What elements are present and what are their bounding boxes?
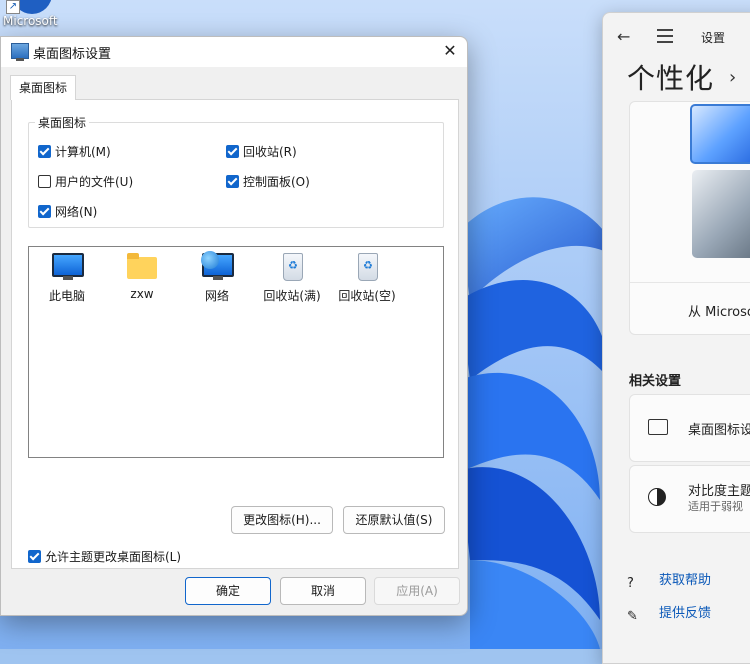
wallpaper-thumbnail-selected[interactable]: [690, 104, 750, 164]
close-icon[interactable]: ✕: [439, 41, 461, 60]
checkbox-box[interactable]: [38, 175, 51, 188]
list-item-user-folder[interactable]: zxw: [104, 251, 180, 301]
dialog-title: 桌面图标设置: [33, 47, 112, 62]
list-item-label: zxw: [130, 287, 154, 301]
desktop-shortcut[interactable]: ↗ Microsoft: [0, 0, 66, 34]
checkbox-label: 网络(N): [55, 205, 98, 219]
desktop-icon-settings-dialog: 桌面图标设置 ✕ 桌面图标 桌面图标 计算机(M) 回收站(R) 用户的文件(U…: [0, 36, 468, 616]
control-panel-checkbox[interactable]: 控制面板(O): [226, 173, 310, 190]
checkbox-label: 允许主题更改桌面图标(L): [45, 550, 182, 564]
help-icon: ?: [627, 576, 634, 591]
page-title: 个性化: [627, 62, 715, 95]
ok-button[interactable]: 确定: [185, 577, 271, 605]
desktop-settings-icon: [11, 43, 29, 61]
icon-listview: 此电脑 zxw 网络 ♻ 回收站(满) ♻ 回收站(空): [28, 246, 444, 458]
settings-titlebar: ← 设置: [603, 13, 750, 59]
apply-button[interactable]: 应用(A): [374, 577, 460, 605]
checkbox-box[interactable]: [226, 145, 239, 158]
network-icon: [201, 251, 234, 281]
desktop-shortcut-label: Microsoft: [3, 14, 58, 28]
cancel-button[interactable]: 取消: [280, 577, 366, 605]
list-item-this-pc[interactable]: 此电脑: [29, 251, 105, 304]
dialog-titlebar: 桌面图标设置 ✕: [1, 37, 467, 67]
contrast-icon: [648, 488, 666, 506]
list-item-label: 网络: [204, 289, 229, 303]
recycle-bin-full-icon: ♻: [276, 251, 308, 281]
list-item-recycle-bin-empty[interactable]: ♻ 回收站(空): [329, 251, 405, 304]
row-sublabel: 适用于弱视: [688, 500, 743, 513]
from-microsoft-text: 从 Microsoft: [688, 305, 750, 320]
shortcut-arrow-icon: ↗: [6, 0, 20, 14]
folder-icon: [126, 251, 158, 281]
list-item-label: 此电脑: [48, 289, 85, 303]
monitor-icon: [51, 251, 84, 281]
desktop-icon-settings-link[interactable]: 桌面图标设: [629, 394, 750, 462]
checkbox-label: 控制面板(O): [243, 175, 310, 189]
computer-checkbox[interactable]: 计算机(M): [38, 143, 111, 160]
change-icon-button[interactable]: 更改图标(H)...: [231, 506, 333, 534]
tab-desktop-icons[interactable]: 桌面图标: [10, 75, 76, 100]
give-feedback-label: 提供反馈: [659, 606, 712, 621]
checkbox-label: 回收站(R): [243, 145, 297, 159]
chevron-right-icon: ›: [729, 67, 737, 88]
list-item-label: 回收站(空): [338, 289, 396, 303]
checkbox-box[interactable]: [38, 205, 51, 218]
row-label: 桌面图标设: [688, 423, 750, 438]
monitor-outline-icon: [648, 419, 668, 435]
restore-default-button[interactable]: 还原默认值(S): [343, 506, 445, 534]
contrast-themes-link[interactable]: 对比度主题 适用于弱视: [629, 465, 750, 533]
checkbox-box[interactable]: [226, 175, 239, 188]
divider: [630, 282, 750, 283]
row-label: 对比度主题: [688, 484, 750, 499]
background-card: 从 Microsoft: [629, 101, 750, 335]
related-settings-title: 相关设置: [629, 374, 682, 389]
hamburger-menu-icon[interactable]: [657, 29, 673, 47]
feedback-icon: ✎: [627, 609, 638, 624]
allow-themes-checkbox[interactable]: 允许主题更改桌面图标(L): [28, 548, 181, 565]
list-item-label: 回收站(满): [263, 289, 321, 303]
tab-panel: 桌面图标 计算机(M) 回收站(R) 用户的文件(U) 控制面板(O) 网络(N…: [11, 99, 459, 569]
settings-app-title: 设置: [701, 31, 726, 45]
recycle-bin-checkbox[interactable]: 回收站(R): [226, 143, 297, 160]
checkbox-box[interactable]: [28, 550, 41, 563]
back-arrow-icon[interactable]: ←: [617, 27, 630, 46]
list-item-recycle-bin-full[interactable]: ♻ 回收站(满): [254, 251, 330, 304]
checkbox-label: 计算机(M): [55, 145, 111, 159]
settings-window: ← 设置 个性化 › 从 Microsoft 相关设置 桌面图标设 对比度主题 …: [602, 12, 750, 664]
desktop-icons-group: 桌面图标 计算机(M) 回收站(R) 用户的文件(U) 控制面板(O) 网络(N…: [28, 114, 444, 228]
recycle-bin-empty-icon: ♻: [351, 251, 383, 281]
checkbox-label: 用户的文件(U): [55, 175, 134, 189]
get-help-label: 获取帮助: [659, 573, 712, 588]
list-item-network[interactable]: 网络: [179, 251, 255, 304]
get-help-link[interactable]: ? 获取帮助: [627, 569, 711, 592]
wallpaper-thumbnail[interactable]: [692, 170, 750, 258]
group-title: 桌面图标: [35, 114, 90, 131]
network-checkbox[interactable]: 网络(N): [38, 203, 97, 220]
user-files-checkbox[interactable]: 用户的文件(U): [38, 173, 133, 190]
give-feedback-link[interactable]: ✎ 提供反馈: [627, 602, 711, 625]
checkbox-box[interactable]: [38, 145, 51, 158]
